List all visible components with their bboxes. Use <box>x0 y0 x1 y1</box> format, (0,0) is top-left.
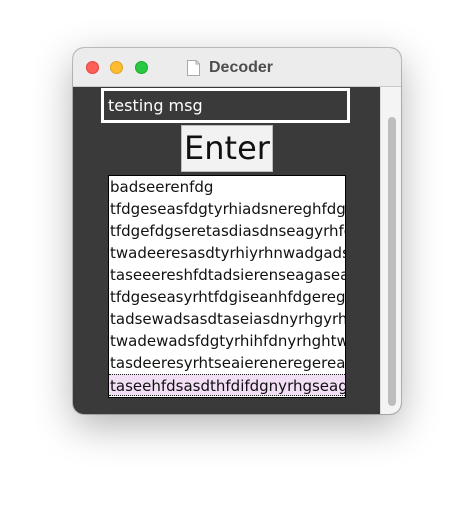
document-icon <box>187 60 200 76</box>
list-item[interactable]: tadsewadsasdtaseiasdnyrhgyrhfdg <box>109 308 345 330</box>
zoom-window-button[interactable] <box>135 61 148 74</box>
close-window-button[interactable] <box>86 61 99 74</box>
list-item[interactable]: tasdeeresyrhtseaiereneregereagn <box>109 352 345 374</box>
list-item[interactable]: tfdgeseasyrhtfdgiseanhfdgeregn <box>109 286 345 308</box>
vertical-scrollbar[interactable] <box>380 87 401 414</box>
scrollbar-thumb[interactable] <box>388 117 396 406</box>
list-item[interactable]: twadeeresasdtyrhiyrhnwadgadsn <box>109 242 345 264</box>
list-item[interactable]: taseeereshfdtadsierenseagaseadn <box>109 264 345 286</box>
list-item[interactable]: tfdgeseasfdgtyrhiadsnereghfdg <box>109 198 345 220</box>
message-input-frame <box>101 88 350 123</box>
window-title-group: Decoder <box>187 58 273 78</box>
list-item[interactable]: badseerenfdg <box>109 176 345 198</box>
message-input[interactable] <box>108 93 344 118</box>
list-item[interactable]: tfdgefdgseretasdiasdnseagyrhfdg <box>109 220 345 242</box>
list-item[interactable]: twadewadsfdgtyrhihfdnyrhghtwad <box>109 330 345 352</box>
title-bar: Decoder <box>73 48 401 87</box>
decoded-listbox[interactable]: badseerenfdg tfdgeseasfdgtyrhiadsnereghfd… <box>108 175 346 398</box>
minimize-window-button[interactable] <box>110 61 123 74</box>
decoder-window: Decoder Enter badseerenfdgtfdgeseasfdgty… <box>73 48 401 414</box>
list-item[interactable]: taseehfdsasdthfdifdgnyrhgseagn <box>109 374 345 396</box>
enter-button[interactable]: Enter <box>181 125 273 172</box>
window-title: Decoder <box>209 59 274 76</box>
